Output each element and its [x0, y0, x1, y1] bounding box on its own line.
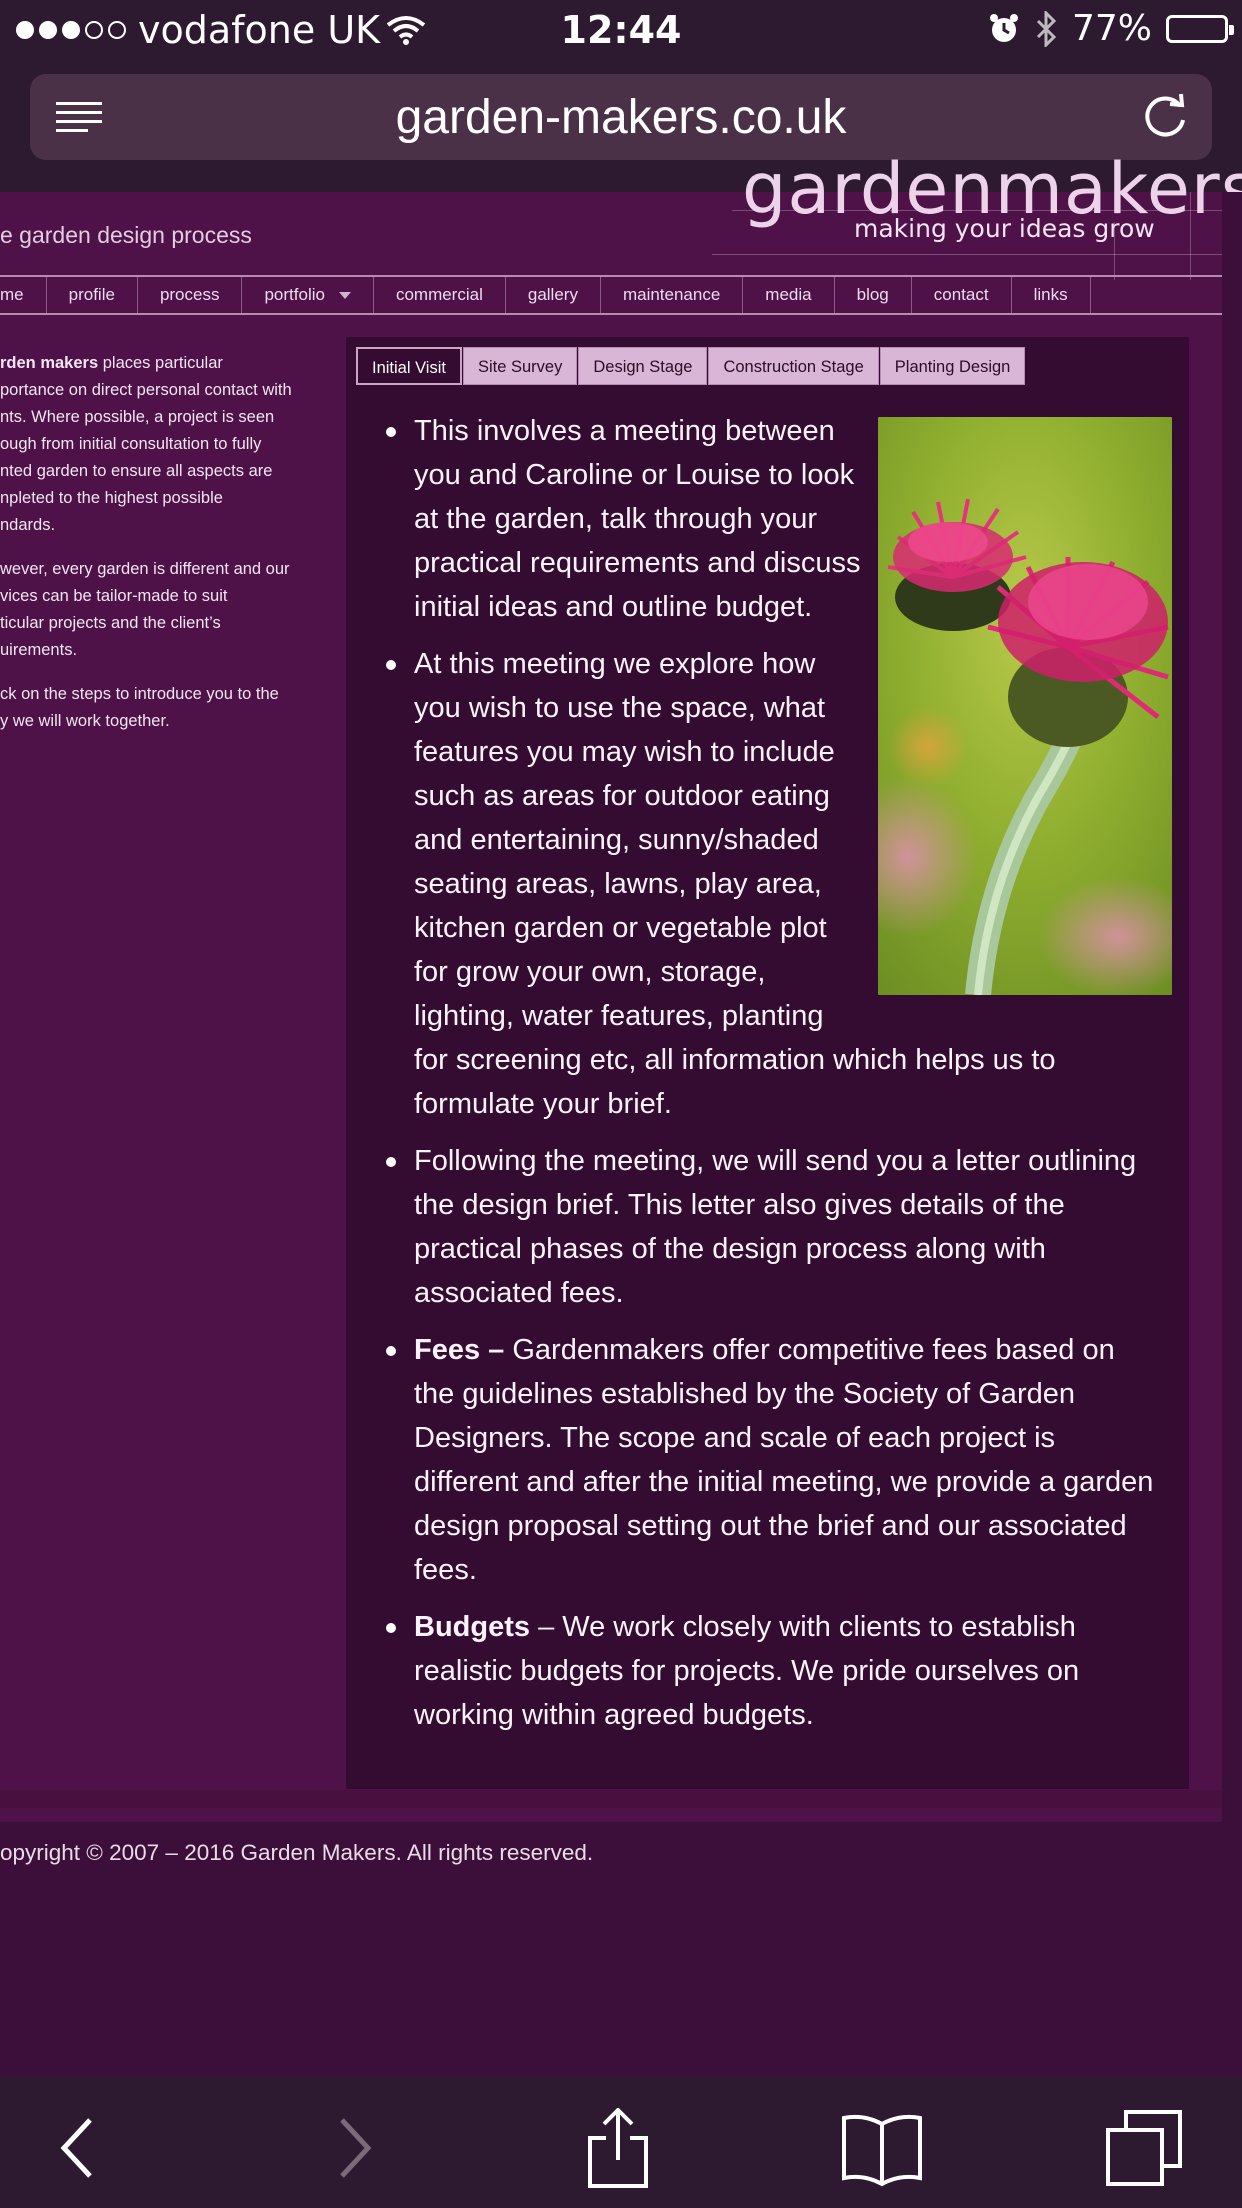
- dropdown-caret-icon: [338, 292, 351, 300]
- process-bullets: This involves a meeting between you and …: [386, 409, 1176, 1737]
- nav-item-portfolio[interactable]: portfolio: [242, 277, 374, 313]
- status-bar: vodafone UK 12:44 77%: [0, 0, 1242, 62]
- list-item: Following the meeting, we will send you …: [386, 1139, 1176, 1315]
- browser-toolbar: [0, 2076, 1242, 2208]
- company-name: rden makers: [0, 354, 99, 372]
- text-line: ough from initial consultation to fully: [0, 435, 262, 453]
- text-line: features you may wish to include: [414, 736, 835, 768]
- text-line: places particular: [102, 354, 223, 372]
- nav-item-gallery[interactable]: gallery: [506, 277, 601, 313]
- main-nav: me profile process portfolio commercial …: [0, 275, 1222, 315]
- process-panel: Initial Visit Site Survey Design Stage C…: [346, 337, 1189, 1789]
- tab-initial-visit[interactable]: Initial Visit: [356, 347, 462, 385]
- fees-heading: Fees –: [414, 1334, 505, 1366]
- process-tabs: Initial Visit Site Survey Design Stage C…: [356, 347, 1026, 385]
- sidebar-intro: rden makers places particular portance o…: [0, 350, 315, 752]
- nav-item-links[interactable]: links: [1012, 277, 1091, 313]
- web-page: gardenmakers making your ideas grow e ga…: [0, 148, 1242, 1865]
- text-line: nts. Where possible, a project is seen: [0, 408, 275, 426]
- bookmarks-icon[interactable]: [842, 2108, 922, 2188]
- battery-icon: [1166, 14, 1234, 43]
- battery-percent: 77%: [1071, 8, 1152, 49]
- text-line: at the garden, talk through your: [414, 503, 818, 535]
- text-line: for screening etc, all information which…: [414, 1044, 1056, 1076]
- text-line: formulate your brief.: [414, 1088, 672, 1120]
- page-edge: [1222, 192, 1242, 1822]
- text-line: kitchen garden or vegetable plot: [414, 912, 827, 944]
- text-line: At this meeting we explore how: [414, 648, 816, 680]
- intro-paragraph: rden makers places particular portance o…: [0, 350, 315, 539]
- text-line: such as areas for outdoor eating: [414, 780, 830, 812]
- text-line: – We work closely with clients to establ…: [538, 1611, 1076, 1643]
- footer-divider: [0, 1790, 1222, 1808]
- text-line: fees.: [414, 1554, 477, 1586]
- text-line: nted garden to ensure all aspects are: [0, 462, 273, 480]
- process-content: This involves a meeting between you and …: [386, 409, 1176, 1750]
- nav-item-contact[interactable]: contact: [912, 277, 1012, 313]
- text-line: working within agreed budgets.: [414, 1699, 814, 1731]
- text-line: wever, every garden is different and our: [0, 560, 290, 578]
- text-line: you wish to use the space, what: [414, 692, 826, 724]
- text-line: practical requirements and discuss: [414, 547, 861, 579]
- text-line: ticular projects and the client’s: [0, 614, 221, 632]
- page-subtitle: e garden design process: [0, 222, 252, 248]
- text-line: vices can be tailor-made to suit: [0, 587, 228, 605]
- tab-site-survey[interactable]: Site Survey: [462, 347, 578, 385]
- text-line: seating areas, lawns, play area,: [414, 868, 822, 900]
- bluetooth-icon: [1036, 10, 1057, 47]
- text-line: lighting, water features, planting: [414, 1000, 824, 1032]
- text-line: practical phases of the design process a…: [414, 1233, 1046, 1265]
- nav-item-home[interactable]: me: [0, 277, 47, 313]
- text-line: for grow your own, storage,: [414, 956, 766, 988]
- alarm-icon: [989, 13, 1018, 42]
- text-line: associated fees.: [414, 1277, 624, 1309]
- text-line: Designers. The scope and scale of each p…: [414, 1422, 1056, 1454]
- text-line: the design brief. This letter also gives…: [414, 1189, 1065, 1221]
- text-line: initial ideas and outline budget.: [414, 591, 813, 623]
- back-icon[interactable]: [38, 2108, 118, 2188]
- tab-construction-stage[interactable]: Construction Stage: [708, 347, 879, 385]
- list-item: Budgets – We work closely with clients t…: [386, 1605, 1176, 1737]
- forward-icon[interactable]: [314, 2108, 394, 2188]
- site-tagline: making your ideas grow: [854, 214, 1155, 243]
- text-line: ck on the steps to introduce you to the: [0, 685, 279, 703]
- text-line: and entertaining, sunny/shaded: [414, 824, 819, 856]
- list-item: At this meeting we explore how you wish …: [386, 642, 1176, 1126]
- list-item: This involves a meeting between you and …: [386, 409, 1176, 629]
- text-line: Following the meeting, we will send you …: [414, 1145, 1137, 1177]
- nav-item-maintenance[interactable]: maintenance: [601, 277, 744, 313]
- nav-item-commercial[interactable]: commercial: [374, 277, 506, 313]
- text-line: different and after the initial meeting,…: [414, 1466, 1154, 1498]
- copyright-text: opyright © 2007 – 2016 Garden Makers. Al…: [0, 1840, 594, 1865]
- url-text[interactable]: garden-makers.co.uk: [30, 90, 1212, 145]
- budgets-heading: Budgets: [414, 1611, 530, 1643]
- text-line: ndards.: [0, 516, 56, 534]
- text-line: you and Caroline or Louise to look: [414, 459, 855, 491]
- text-line: npleted to the highest possible: [0, 489, 223, 507]
- tabs-icon[interactable]: [1104, 2108, 1184, 2188]
- text-line: Gardenmakers offer competitive fees base…: [512, 1334, 1115, 1366]
- text-line: design proposal setting out the brief an…: [414, 1510, 1127, 1542]
- site-logo[interactable]: gardenmakers making your ideas grow: [712, 148, 1242, 280]
- text-line: the guidelines established by the Societ…: [414, 1378, 1075, 1410]
- intro-paragraph: wever, every garden is different and our…: [0, 556, 315, 664]
- text-line: realistic budgets for projects. We pride…: [414, 1655, 1080, 1687]
- text-line: portance on direct personal contact with: [0, 381, 292, 399]
- status-right: 77%: [988, 8, 1234, 49]
- intro-paragraph: ck on the steps to introduce you to the …: [0, 681, 315, 735]
- nav-item-process[interactable]: process: [138, 277, 243, 313]
- nav-item-portfolio-label: portfolio: [264, 285, 325, 304]
- text-line: uirements.: [0, 641, 78, 659]
- tab-planting-design[interactable]: Planting Design: [879, 347, 1026, 385]
- nav-item-profile[interactable]: profile: [47, 277, 138, 313]
- tab-design-stage[interactable]: Design Stage: [578, 347, 708, 385]
- reload-icon[interactable]: [1140, 92, 1190, 142]
- list-item: Fees – Gardenmakers offer competitive fe…: [386, 1328, 1176, 1592]
- text-line: y we will work together.: [0, 712, 170, 730]
- text-line: This involves a meeting between: [414, 415, 835, 447]
- share-icon[interactable]: [578, 2108, 658, 2188]
- nav-item-blog[interactable]: blog: [835, 277, 912, 313]
- nav-item-media[interactable]: media: [743, 277, 835, 313]
